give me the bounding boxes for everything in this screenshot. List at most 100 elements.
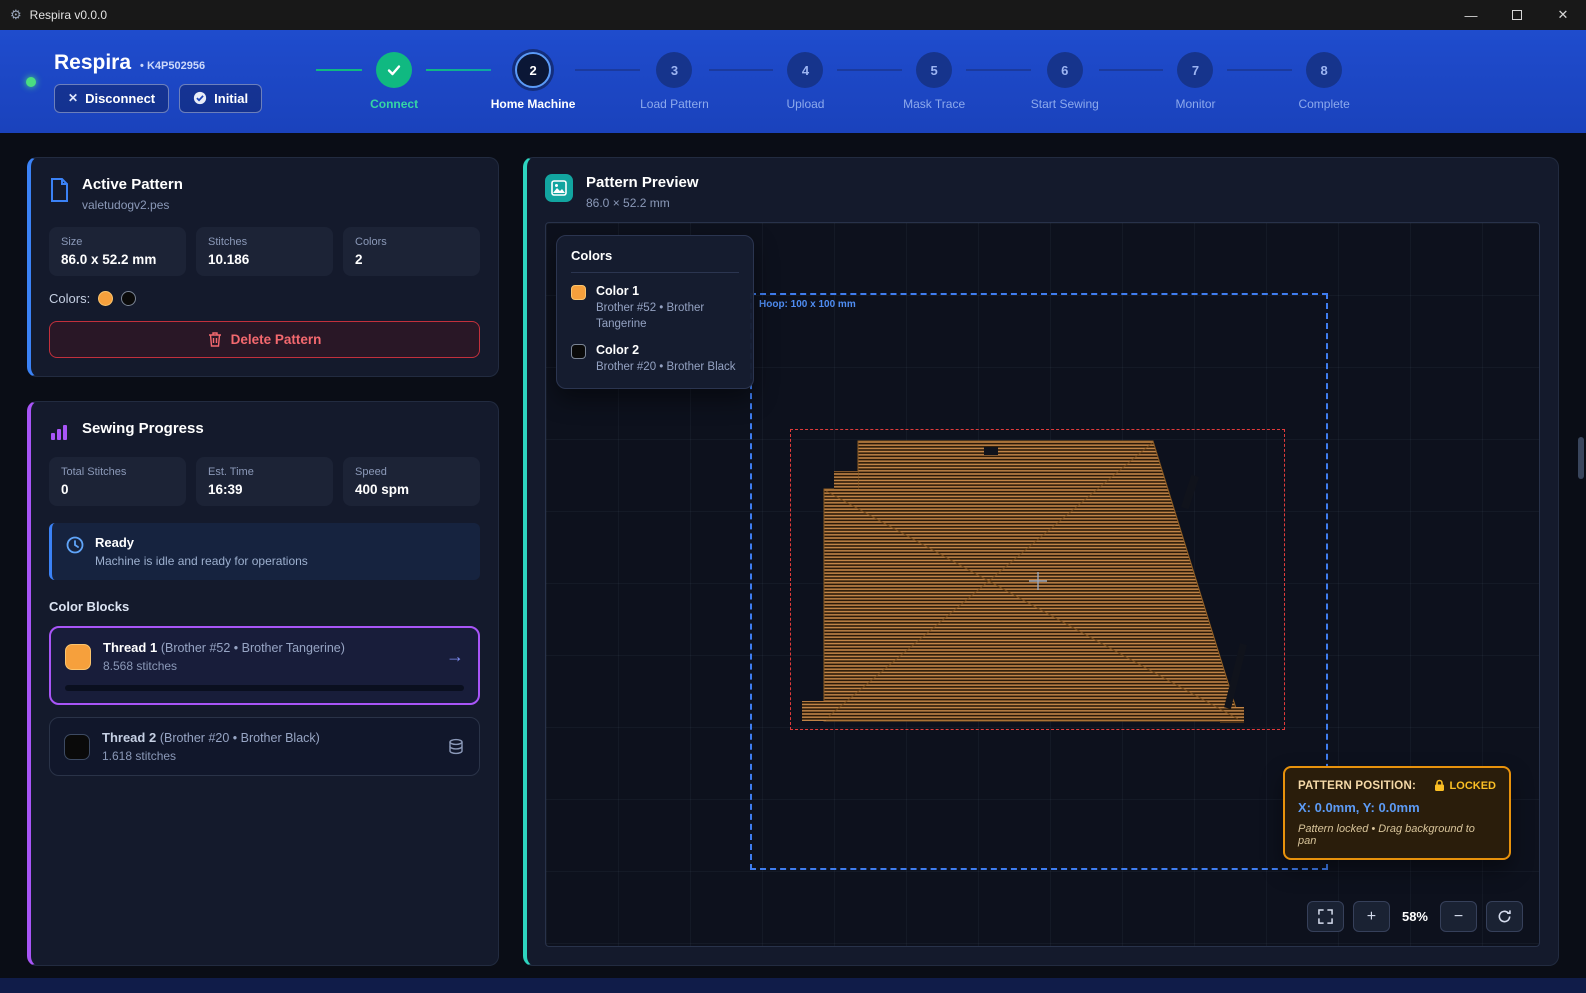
pattern-preview-panel: Pattern Preview 86.0 × 52.2 mm Colors Co…	[523, 157, 1559, 966]
wizard-stepper: 1 Connect 2 Home Machine 3 Load Pattern …	[316, 52, 1356, 111]
active-pattern-card: Active Pattern valetudogv2.pes Size 86.0…	[27, 157, 499, 377]
maximize-icon	[1512, 10, 1522, 20]
stepper-line	[316, 69, 362, 71]
position-coords: X: 0.0mm, Y: 0.0mm	[1298, 800, 1496, 815]
step-circle: 2	[515, 52, 551, 88]
step-upload[interactable]: 4 Upload	[773, 52, 837, 111]
step-circle: 6	[1047, 52, 1083, 88]
active-pattern-title: Active Pattern	[82, 176, 183, 193]
zoom-controls: + 58% −	[1307, 901, 1523, 932]
thread-1-name: Thread 1 (Brother #52 • Brother Tangerin…	[103, 640, 434, 655]
thread-1-stitches: 8.568 stitches	[103, 659, 434, 673]
trash-icon	[208, 332, 222, 347]
thread-1-progress-bar	[65, 685, 464, 691]
preview-dimensions: 86.0 × 52.2 mm	[586, 196, 699, 210]
scrollbar-thumb[interactable]	[1578, 437, 1584, 479]
reset-view-button[interactable]	[1486, 901, 1523, 932]
check-circle-icon	[193, 91, 207, 105]
lock-icon	[1434, 779, 1445, 792]
stepper-line	[575, 69, 640, 71]
connection-status-dot	[26, 77, 36, 87]
titlebar: ⚙ Respira v0.0.0 — ✕	[0, 0, 1586, 30]
close-button[interactable]: ✕	[1540, 0, 1586, 30]
step-label: Mask Trace	[903, 97, 965, 111]
step-circle: 8	[1306, 52, 1342, 88]
status-title: Ready	[95, 535, 308, 550]
refresh-icon	[1497, 909, 1512, 924]
thread-2-name: Thread 2 (Brother #20 • Brother Black)	[102, 730, 435, 745]
step-label: Complete	[1298, 97, 1349, 111]
thread-block-1[interactable]: Thread 1 (Brother #52 • Brother Tangerin…	[49, 626, 480, 705]
pattern-filename: valetudogv2.pes	[82, 198, 183, 212]
minimize-button[interactable]: —	[1448, 0, 1494, 30]
stepper-line	[709, 69, 774, 71]
stepper-line	[426, 69, 491, 71]
embroidery-pattern	[802, 441, 1247, 723]
stat-stitches: Stitches 10.186	[196, 227, 333, 276]
legend-item-color-1: Color 1 Brother #52 • Brother Tangerine	[571, 284, 739, 332]
step-circle: 4	[787, 52, 823, 88]
stat-total-stitches: Total Stitches 0	[49, 457, 186, 506]
colors-legend: Colors Color 1 Brother #52 • Brother Tan…	[556, 235, 754, 389]
initial-button[interactable]: Initial	[179, 84, 262, 113]
image-icon	[545, 174, 573, 202]
fit-to-screen-button[interactable]	[1307, 901, 1344, 932]
stat-colors: Colors 2	[343, 227, 480, 276]
locked-badge: LOCKED	[1434, 779, 1496, 792]
step-load-pattern[interactable]: 3 Load Pattern	[640, 52, 709, 111]
step-circle: 3	[656, 52, 692, 88]
position-hint: Pattern locked • Drag background to pan	[1298, 823, 1496, 847]
check-icon	[386, 62, 402, 78]
pattern-position-overlay: PATTERN POSITION: LOCKED X: 0.0mm, Y: 0.…	[1283, 766, 1511, 860]
preview-canvas[interactable]: Colors Color 1 Brother #52 • Brother Tan…	[545, 222, 1540, 947]
bar-chart-icon	[49, 422, 69, 442]
x-icon: ✕	[68, 91, 78, 105]
thread-block-2[interactable]: Thread 2 (Brother #20 • Brother Black) 1…	[49, 717, 480, 776]
preview-title: Pattern Preview	[586, 174, 699, 191]
stepper-line	[837, 69, 902, 71]
step-start-sewing[interactable]: 6 Start Sewing	[1031, 52, 1099, 111]
thread-1-swatch	[65, 644, 91, 670]
step-circle: 5	[916, 52, 952, 88]
status-message: Machine is idle and ready for operations	[95, 554, 308, 568]
fit-to-screen-icon	[1318, 909, 1333, 924]
machine-status-box: Ready Machine is idle and ready for oper…	[49, 523, 480, 580]
clock-icon	[66, 536, 84, 554]
color-dot-black	[121, 291, 136, 306]
thread-2-stitches: 1.618 stitches	[102, 749, 435, 763]
arrow-right-icon: →	[446, 646, 464, 667]
app-icon: ⚙	[10, 7, 22, 23]
zoom-out-button[interactable]: −	[1440, 901, 1477, 932]
zoom-in-button[interactable]: +	[1353, 901, 1390, 932]
color-dot-orange	[98, 291, 113, 306]
legend-item-color-2: Color 2 Brother #20 • Brother Black	[571, 343, 739, 376]
step-label: Start Sewing	[1031, 97, 1099, 111]
delete-pattern-button[interactable]: Delete Pattern	[49, 321, 480, 358]
window-title: Respira v0.0.0	[30, 8, 107, 22]
step-label: Connect	[370, 97, 418, 111]
pattern-colors-row: Colors:	[49, 291, 480, 306]
step-circle: 7	[1177, 52, 1213, 88]
stat-speed: Speed 400 spm	[343, 457, 480, 506]
disconnect-button[interactable]: ✕ Disconnect	[54, 84, 169, 113]
step-mask-trace[interactable]: 5 Mask Trace	[902, 52, 966, 111]
brand-block: Respira • K4P502956 ✕ Disconnect Initial	[26, 51, 262, 113]
app-window: ⚙ Respira v0.0.0 — ✕ Respira • K4P502956…	[0, 0, 1586, 993]
sewing-progress-card: Sewing Progress Total Stitches 0 Est. Ti…	[27, 401, 499, 966]
step-label: Home Machine	[491, 97, 576, 111]
file-icon	[49, 178, 69, 202]
stat-est-time: Est. Time 16:39	[196, 457, 333, 506]
stepper-line	[1099, 69, 1164, 71]
step-label: Monitor	[1175, 97, 1215, 111]
maximize-button[interactable]	[1494, 0, 1540, 30]
step-connect[interactable]: 1 Connect	[362, 52, 426, 111]
step-complete[interactable]: 8 Complete	[1292, 52, 1356, 111]
stepper-line	[966, 69, 1031, 71]
stepper-line	[1227, 69, 1292, 71]
serial-number: • K4P502956	[140, 60, 205, 72]
step-home-machine[interactable]: 2 Home Machine	[491, 52, 576, 111]
step-monitor[interactable]: 7 Monitor	[1163, 52, 1227, 111]
thread-2-swatch	[64, 734, 90, 760]
footer-bar	[0, 978, 1586, 993]
step-circle: 1	[376, 52, 412, 88]
